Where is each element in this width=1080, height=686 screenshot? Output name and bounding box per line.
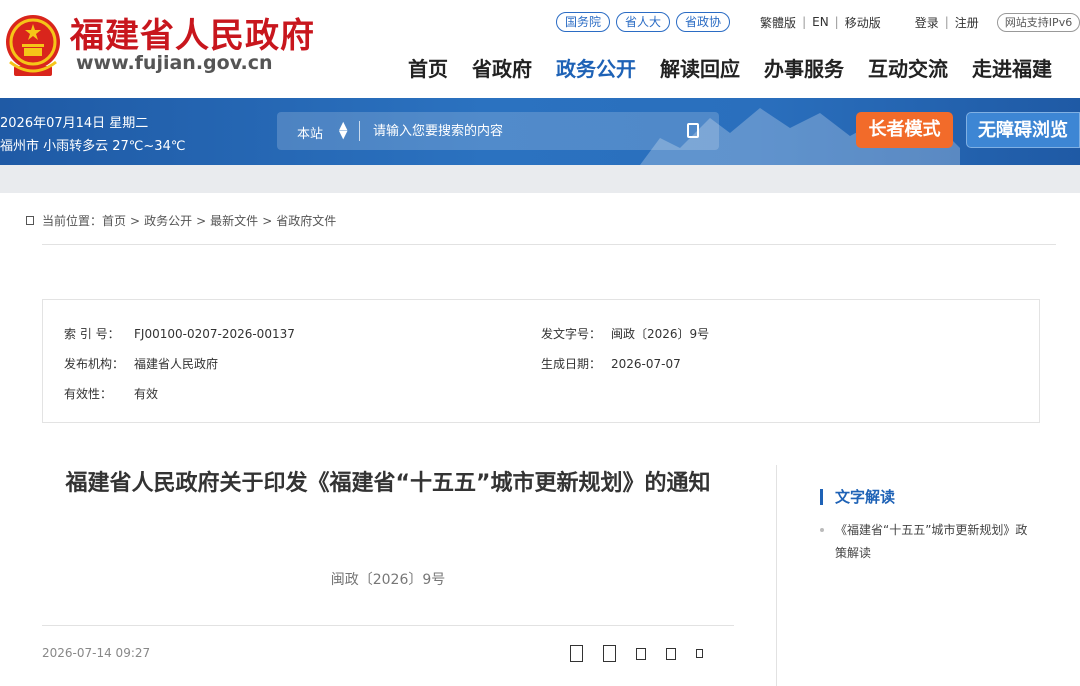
- meta-doc-no: 发文字号： 闽政〔2026〕9号: [541, 325, 709, 342]
- breadcrumb-latest-docs[interactable]: 最新文件: [210, 212, 258, 229]
- breadcrumb-separator: >: [130, 213, 141, 228]
- content-panel: 当前位置： 首页 > 政务公开 > 最新文件 > 省政府文件 索 引 号： FJ0…: [0, 193, 1080, 686]
- article-title: 福建省人民政府关于印发《福建省“十五五”城市更新规划》的通知: [65, 471, 711, 496]
- site-name[interactable]: 福建省人民政府: [70, 8, 315, 57]
- login-link[interactable]: 登录: [915, 14, 939, 31]
- sort-arrows-icon[interactable]: ▲ ▼: [339, 120, 347, 140]
- nav-public-affairs[interactable]: 政务公开: [556, 53, 636, 82]
- location-icon: [26, 216, 34, 225]
- link-provincial-congress[interactable]: 省人大: [616, 12, 671, 32]
- meta-validity: 有效性： 有效: [64, 385, 158, 402]
- main-nav: 首页 省政府 政务公开 解读回应 办事服务 互动交流 走进福建: [396, 53, 1064, 82]
- nav-home[interactable]: 首页: [408, 53, 448, 82]
- elder-mode-button[interactable]: 长者模式: [856, 112, 953, 148]
- register-link[interactable]: 注册: [955, 14, 979, 31]
- meta-value: 2026-07-07: [611, 357, 681, 371]
- column-divider: [776, 465, 777, 686]
- link-traditional[interactable]: 繁體版: [760, 14, 796, 31]
- breadcrumb: 当前位置： 首页 > 政务公开 > 最新文件 > 省政府文件: [26, 212, 336, 229]
- current-date: 2026年07月14日 星期二: [0, 116, 149, 131]
- breadcrumb-gov-docs[interactable]: 省政府文件: [276, 212, 336, 229]
- meta-date: 生成日期： 2026-07-07: [541, 355, 681, 372]
- font-medium-icon[interactable]: [603, 645, 616, 662]
- article-divider: [42, 625, 734, 626]
- meta-label: 生成日期：: [541, 357, 602, 371]
- meta-label: 发文字号：: [541, 327, 602, 341]
- font-small-icon[interactable]: [636, 647, 646, 660]
- meta-index-no: 索 引 号： FJ00100-0207-2026-00137: [64, 325, 295, 342]
- meta-value: 福建省人民政府: [134, 357, 219, 371]
- link-english[interactable]: EN: [812, 15, 829, 29]
- breadcrumb-separator: >: [196, 213, 207, 228]
- meta-label: 发布机构：: [64, 357, 125, 371]
- weather-info: 福州市 小雨转多云 27℃~34℃: [0, 139, 186, 154]
- separator: |: [944, 15, 949, 29]
- sidebar-heading: 文字解读: [820, 489, 895, 505]
- accessibility-button[interactable]: 无障碍浏览: [966, 112, 1080, 148]
- meta-issuer: 发布机构： 福建省人民政府: [64, 355, 218, 372]
- search-band: 2026年07月14日 星期二 福州市 小雨转多云 27℃~34℃ 本站 ▲ ▼ …: [0, 98, 1080, 165]
- national-emblem-icon[interactable]: [4, 10, 62, 80]
- meta-label: 有效性：: [64, 387, 113, 401]
- separator: |: [802, 15, 807, 29]
- sidebar-item-interpretation[interactable]: 《福建省“十五五”城市更新规划》政策解读: [820, 519, 1035, 565]
- site-domain: www.fujian.gov.cn: [76, 52, 273, 74]
- nav-services[interactable]: 办事服务: [764, 53, 844, 82]
- nav-interaction[interactable]: 互动交流: [868, 53, 948, 82]
- breadcrumb-separator: >: [262, 213, 273, 228]
- breadcrumb-prefix: 当前位置：: [42, 214, 103, 228]
- separator: |: [834, 15, 839, 29]
- print-icon[interactable]: [696, 649, 703, 658]
- share-icon[interactable]: [666, 647, 676, 660]
- site-header: 福建省人民政府 www.fujian.gov.cn 国务院 省人大 省政协 繁體…: [0, 0, 1080, 98]
- link-provincial-cppcc[interactable]: 省政协: [676, 12, 731, 32]
- link-state-council[interactable]: 国务院: [556, 12, 611, 32]
- nav-about-fujian[interactable]: 走进福建: [972, 53, 1052, 82]
- breadcrumb-public-affairs[interactable]: 政务公开: [144, 212, 192, 229]
- publish-time: 2026-07-14 09:27: [42, 646, 151, 660]
- meta-value: 有效: [134, 387, 159, 401]
- nav-government[interactable]: 省政府: [472, 53, 532, 82]
- top-links: 国务院 省人大 省政协 繁體版 | EN | 移动版 登录 | 注册 网站支持I…: [556, 12, 1080, 32]
- search-input[interactable]: [373, 112, 673, 150]
- search-scope-select[interactable]: 本站: [297, 123, 323, 142]
- meta-value: FJ00100-0207-2026-00137: [134, 327, 295, 341]
- document-meta-box: 索 引 号： FJ00100-0207-2026-00137 发文字号： 闽政〔20…: [42, 299, 1040, 423]
- spacer: [0, 165, 1080, 193]
- search-icon[interactable]: [687, 123, 699, 138]
- nav-interpretation[interactable]: 解读回应: [660, 53, 740, 82]
- search-divider: [359, 121, 360, 141]
- bullet-icon: [820, 528, 824, 532]
- font-large-icon[interactable]: [570, 645, 583, 662]
- ipv6-badge: 网站支持IPv6: [996, 12, 1080, 32]
- meta-value: 闽政〔2026〕9号: [611, 327, 710, 341]
- sidebar-item-label[interactable]: 《福建省“十五五”城市更新规划》政策解读: [835, 523, 1027, 560]
- meta-label: 索 引 号：: [64, 327, 120, 341]
- search-box: 本站 ▲ ▼: [277, 112, 719, 150]
- breadcrumb-home[interactable]: 首页: [102, 212, 126, 229]
- link-mobile[interactable]: 移动版: [845, 14, 881, 31]
- article-tools: [570, 645, 723, 662]
- breadcrumb-divider: [42, 244, 1056, 245]
- article-doc-no: 闽政〔2026〕9号: [330, 572, 446, 588]
